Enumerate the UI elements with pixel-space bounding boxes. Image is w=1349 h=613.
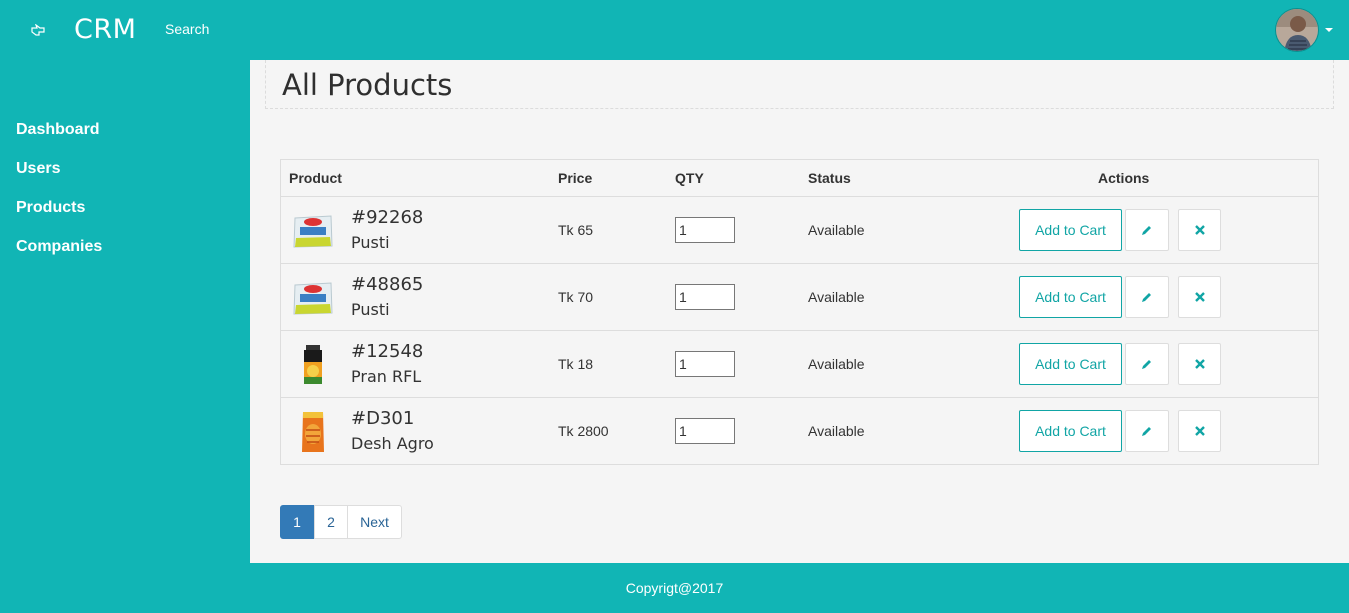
quantity-input[interactable] [675, 284, 735, 310]
pagination: 1 2 Next [280, 505, 402, 539]
pencil-icon[interactable] [1125, 209, 1169, 251]
sidebar-item-companies[interactable]: Companies [16, 238, 102, 256]
page-2-button[interactable]: 2 [314, 505, 348, 539]
table-row: #48865 Pusti Tk 70 Available Add to Cart [281, 264, 1318, 331]
product-name: Pusti [351, 300, 390, 319]
pencil-icon[interactable] [1125, 343, 1169, 385]
column-header-actions: Actions [1098, 170, 1150, 186]
quantity-input[interactable] [675, 217, 735, 243]
product-thumbnail [291, 344, 335, 386]
avatar[interactable] [1275, 8, 1319, 52]
main-content: All Products Product Price QTY Status Ac… [250, 60, 1349, 563]
product-price: Tk 2800 [558, 423, 609, 439]
page-header: All Products [265, 60, 1334, 109]
product-name: Pusti [351, 233, 390, 252]
pencil-icon[interactable] [1125, 276, 1169, 318]
page-title: All Products [282, 68, 453, 102]
product-name: Desh Agro [351, 434, 434, 453]
close-icon[interactable] [1178, 276, 1221, 318]
product-thumbnail [291, 277, 335, 319]
close-icon[interactable] [1178, 209, 1221, 251]
add-to-cart-button[interactable]: Add to Cart [1019, 343, 1122, 385]
hand-pointer-icon[interactable] [28, 20, 48, 40]
sidebar-item-products[interactable]: Products [16, 199, 85, 217]
add-to-cart-button[interactable]: Add to Cart [1019, 276, 1122, 318]
product-name: Pran RFL [351, 367, 422, 386]
product-price: Tk 18 [558, 356, 594, 372]
product-status: Available [808, 289, 865, 305]
product-id: #92268 [351, 207, 424, 228]
user-menu[interactable] [1275, 8, 1333, 52]
product-thumbnail [291, 210, 335, 252]
next-page-button[interactable]: Next [347, 505, 402, 539]
column-header-qty: QTY [675, 170, 704, 186]
product-status: Available [808, 222, 865, 238]
add-to-cart-button[interactable]: Add to Cart [1019, 209, 1122, 251]
table-row: #92268 Pusti Tk 65 Available Add to Cart [281, 197, 1318, 264]
product-id: #12548 [351, 341, 424, 362]
page-1-button[interactable]: 1 [280, 505, 314, 539]
table-header: Product Price QTY Status Actions [281, 160, 1318, 197]
product-status: Available [808, 356, 865, 372]
copyright-text: Copyrigt@2017 [625, 580, 724, 596]
add-to-cart-button[interactable]: Add to Cart [1019, 410, 1122, 452]
caret-down-icon[interactable] [1325, 28, 1333, 32]
top-navbar: CRM Search [0, 0, 1349, 60]
close-icon[interactable] [1178, 343, 1221, 385]
sidebar-item-dashboard[interactable]: Dashboard [16, 121, 100, 139]
sidebar: Dashboard Users Products Companies [0, 60, 250, 563]
close-icon[interactable] [1178, 410, 1221, 452]
column-header-price: Price [558, 170, 593, 186]
pencil-icon[interactable] [1125, 410, 1169, 452]
brand-logo[interactable]: CRM [74, 14, 136, 45]
product-status: Available [808, 423, 865, 439]
product-id: #48865 [351, 274, 424, 295]
product-price: Tk 65 [558, 222, 594, 238]
sidebar-item-users[interactable]: Users [16, 160, 60, 178]
products-table: Product Price QTY Status Actions #92268 … [280, 159, 1319, 465]
quantity-input[interactable] [675, 418, 735, 444]
column-header-product: Product [289, 170, 342, 186]
product-id: #D301 [351, 408, 415, 429]
product-thumbnail [291, 411, 335, 453]
quantity-input[interactable] [675, 351, 735, 377]
footer: Copyrigt@2017 [0, 563, 1349, 613]
search-link[interactable]: Search [165, 21, 209, 37]
table-row: #D301 Desh Agro Tk 2800 Available Add to… [281, 398, 1318, 465]
product-price: Tk 70 [558, 289, 594, 305]
column-header-status: Status [808, 170, 851, 186]
table-row: #12548 Pran RFL Tk 18 Available Add to C… [281, 331, 1318, 398]
